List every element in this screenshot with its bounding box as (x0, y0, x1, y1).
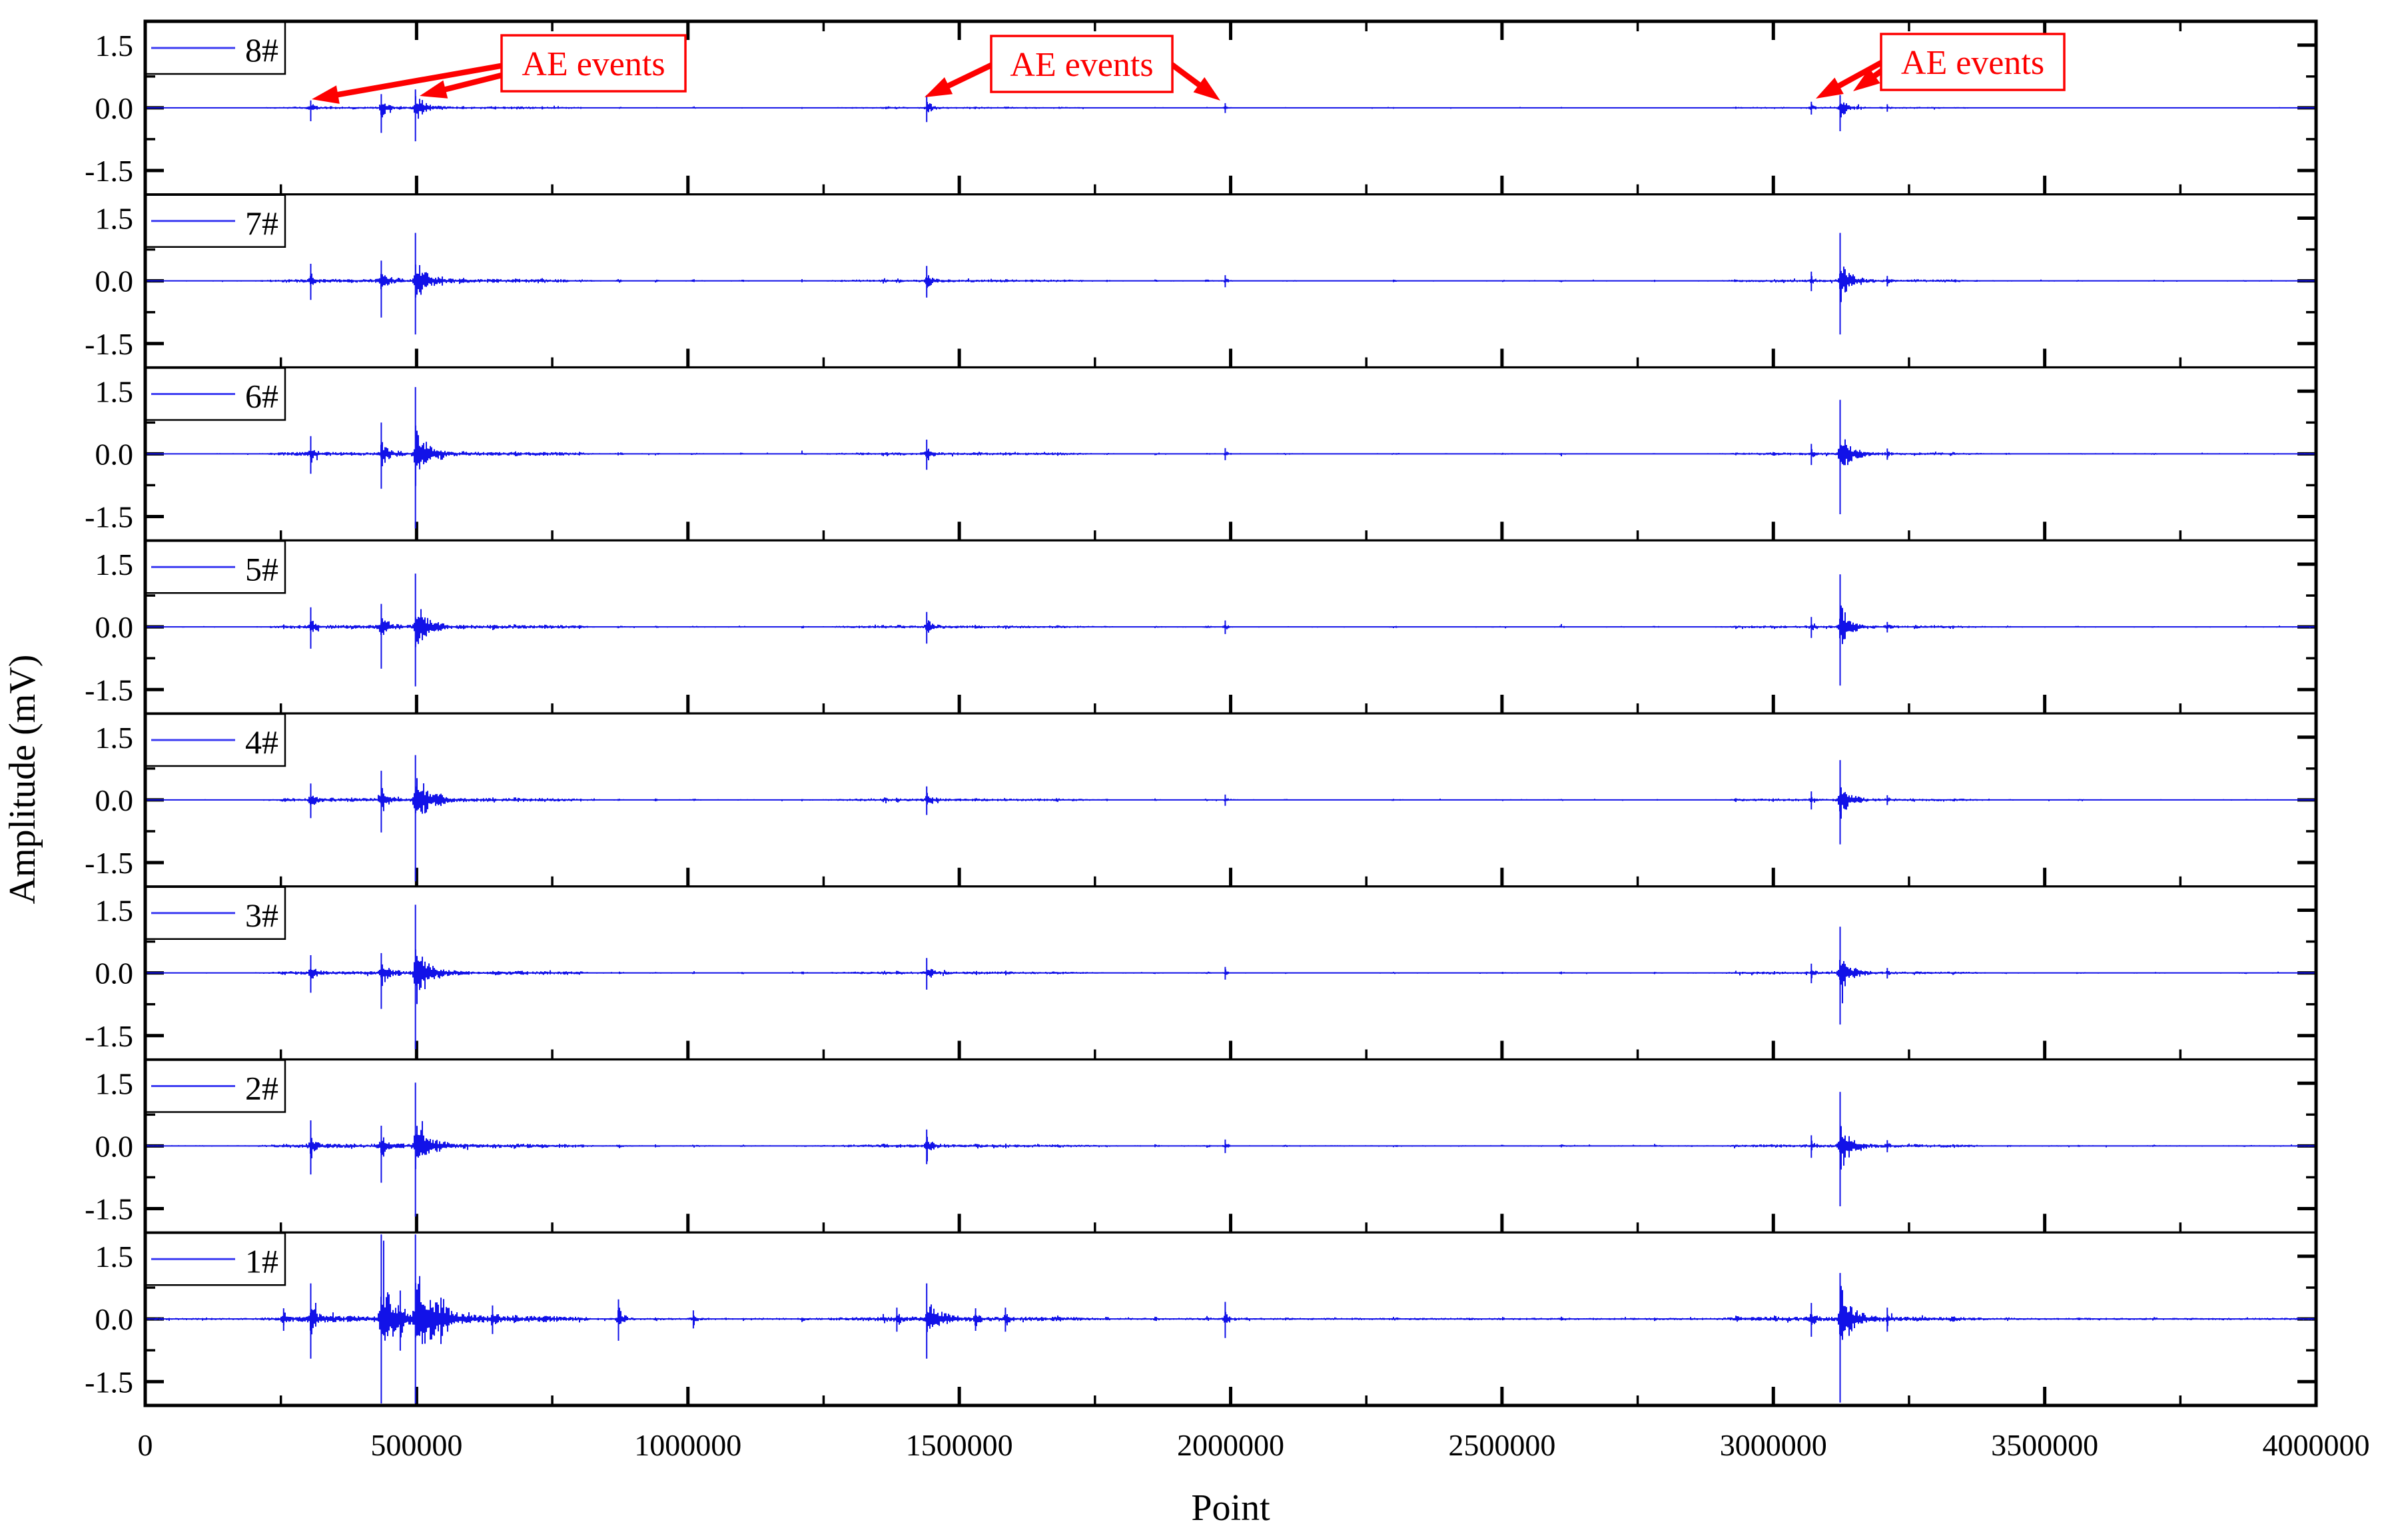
legend-label: 2# (245, 1070, 278, 1107)
y-tick-label: -1.5 (85, 500, 133, 534)
legend-label: 8# (245, 31, 278, 69)
y-tick-label: 0.0 (95, 783, 134, 817)
y-tick-label: 0.0 (95, 1129, 134, 1163)
legend-8: 8# (146, 22, 285, 74)
chart-canvas: 1.5 0.0 -1.5 8# 1.5 0.0 -1.5 7# 1.5 0.0 -1.5 6# 1.5 0… (0, 0, 2390, 1540)
y-tick-label: 0.0 (95, 91, 134, 125)
y-tick-label: -1.5 (85, 846, 133, 880)
y-tick-label: 1.5 (95, 29, 134, 63)
x-tick-label: 4000000 (2263, 1428, 2370, 1462)
y-tick-label: 0.0 (95, 264, 134, 298)
legend-label: 7# (245, 204, 278, 242)
legend-4: 4# (146, 714, 285, 766)
y-tick-label: 1.5 (95, 1240, 134, 1274)
y-tick-label: 1.5 (95, 202, 134, 236)
legend-2: 2# (146, 1060, 285, 1112)
legend-3: 3# (146, 887, 285, 939)
legend-label: 6# (245, 378, 278, 415)
figure-background (0, 0, 2390, 1540)
annotation-label: AE events (522, 45, 665, 83)
x-tick-label: 500000 (370, 1428, 462, 1462)
y-tick-label: 0.0 (95, 1302, 134, 1336)
legend-label: 4# (245, 723, 278, 761)
x-tick-label: 0 (138, 1428, 153, 1462)
x-tick-label: 3000000 (1720, 1428, 1827, 1462)
legend-label: 3# (245, 897, 278, 934)
y-tick-label: 1.5 (95, 548, 134, 581)
y-tick-label: -1.5 (85, 1365, 133, 1399)
y-axis-title: Amplitude (mV) (2, 655, 43, 905)
annotation-label: AE events (1010, 46, 1153, 84)
x-tick-label: 2000000 (1177, 1428, 1284, 1462)
legend-1: 1# (146, 1233, 285, 1285)
x-tick-label: 1500000 (906, 1428, 1013, 1462)
y-tick-label: 1.5 (95, 374, 134, 408)
legend-5: 5# (146, 541, 285, 593)
y-tick-label: -1.5 (85, 1019, 133, 1053)
legend-label: 5# (245, 550, 278, 587)
x-tick-label: 3500000 (1991, 1428, 2098, 1462)
x-axis-title: Point (1191, 1487, 1270, 1529)
y-tick-label: 0.0 (95, 437, 134, 471)
legend-6: 6# (146, 368, 285, 420)
annotation-label: AE events (1901, 44, 2044, 82)
y-tick-label: 0.0 (95, 957, 134, 990)
y-tick-label: -1.5 (85, 673, 133, 707)
y-tick-label: -1.5 (85, 327, 133, 361)
y-tick-label: 0.0 (95, 610, 134, 644)
ae-waveform-figure: 1.5 0.0 -1.5 8# 1.5 0.0 -1.5 7# 1.5 0.0 -1.5 6# 1.5 0… (0, 0, 2390, 1540)
y-tick-label: 1.5 (95, 1066, 134, 1100)
x-tick-label: 2500000 (1448, 1428, 1555, 1462)
y-tick-label: 1.5 (95, 721, 134, 755)
y-tick-label: 1.5 (95, 894, 134, 928)
y-tick-label: -1.5 (85, 154, 133, 188)
legend-7: 7# (146, 195, 285, 247)
legend-label: 1# (245, 1242, 278, 1280)
y-tick-label: -1.5 (85, 1192, 133, 1226)
x-tick-label: 1000000 (634, 1428, 741, 1462)
